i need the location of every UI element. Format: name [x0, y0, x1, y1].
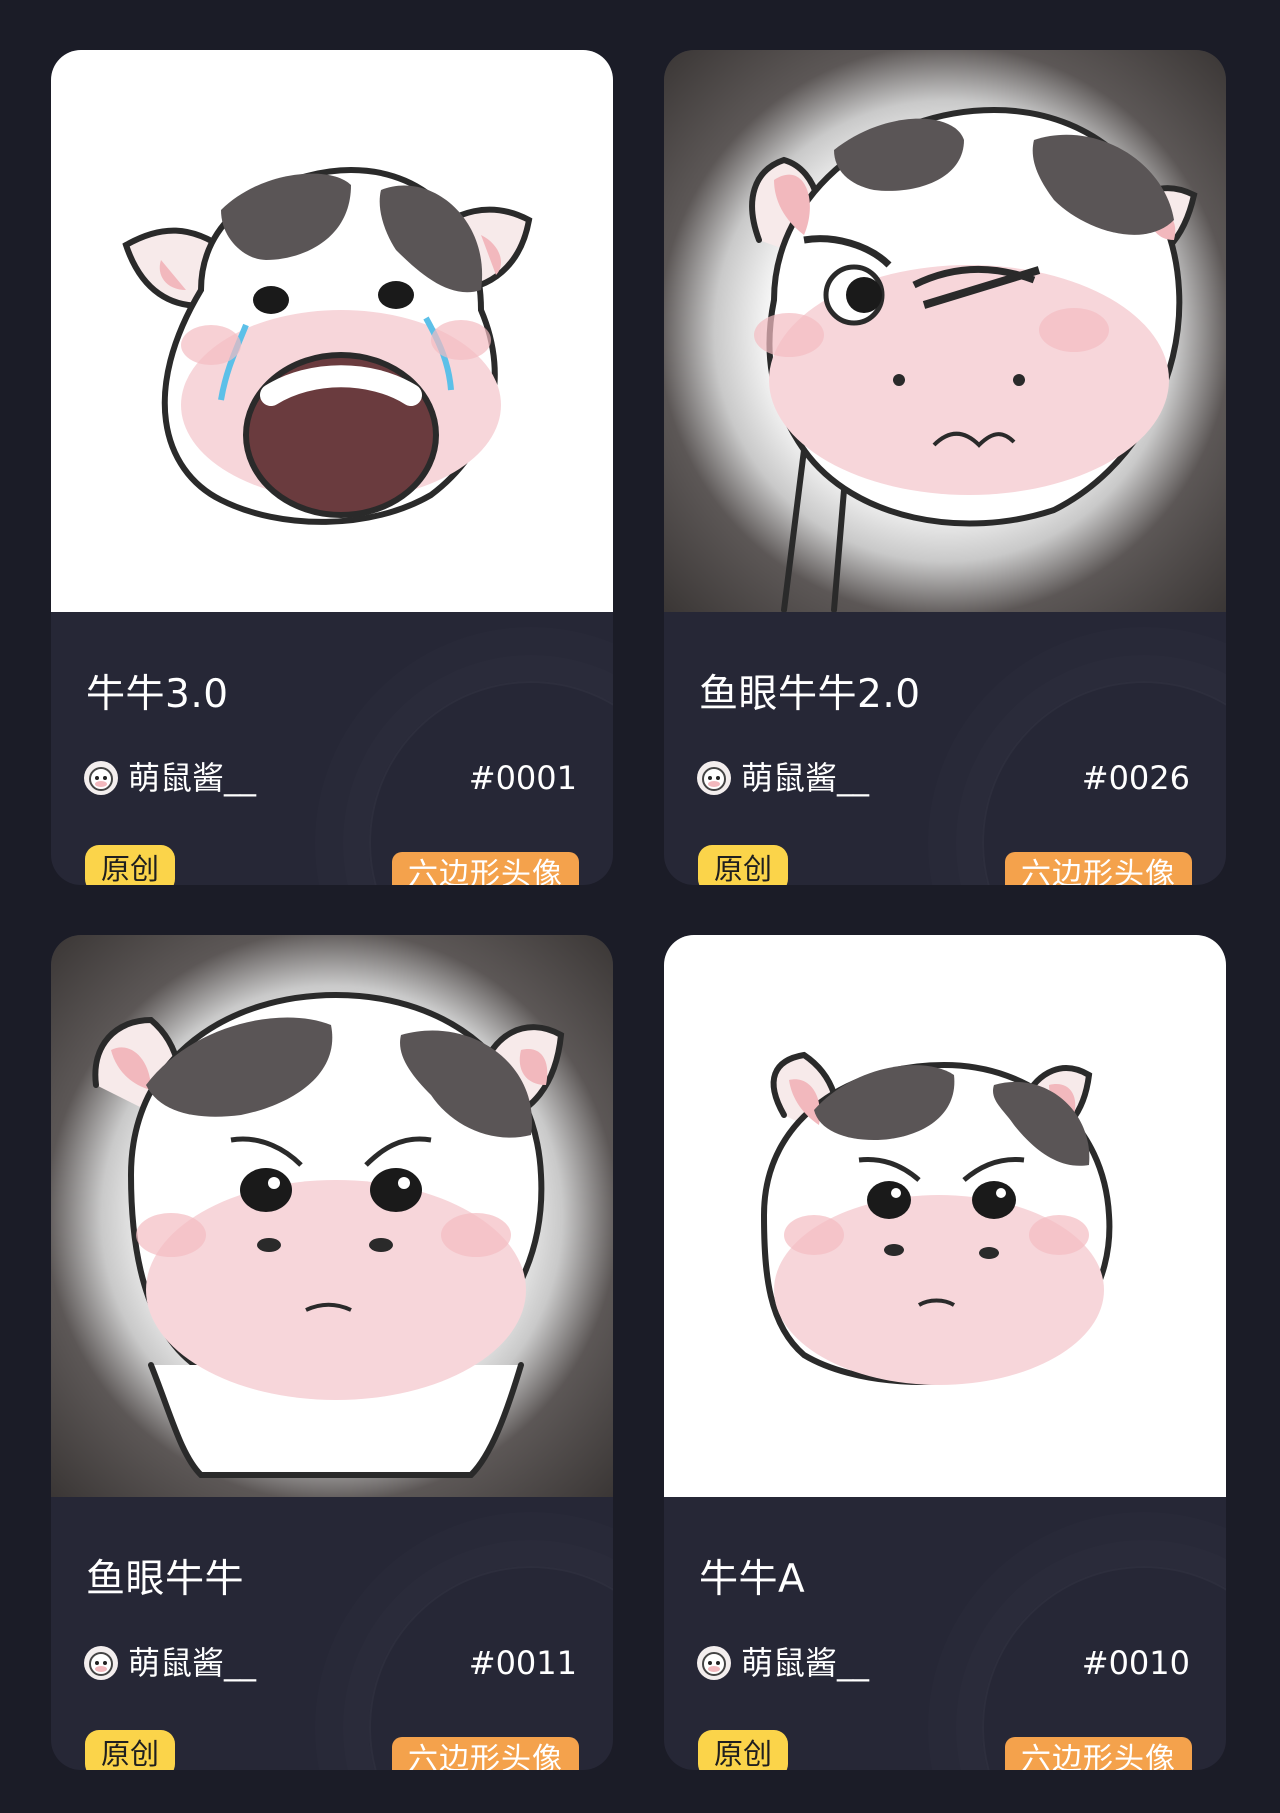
author-info[interactable]: 萌鼠酱__	[84, 758, 256, 798]
original-badge: 原创	[698, 845, 789, 885]
author-name: 萌鼠酱__	[128, 759, 257, 797]
nft-card-grid: 牛牛3.0 萌鼠酱__ #0001 原创 六边形头像 鱼眼牛牛2.0 萌鼠酱__…	[0, 0, 1280, 1813]
nft-card-3[interactable]: 鱼眼牛牛 萌鼠酱__ #0011 原创 六边形头像	[51, 935, 613, 1770]
nft-card-1[interactable]: 牛牛3.0 萌鼠酱__ #0001 原创 六边形头像	[51, 50, 613, 885]
hexagon-avatar-tag: 六边形头像	[1005, 852, 1192, 885]
nft-card-2[interactable]: 鱼眼牛牛2.0 萌鼠酱__ #0026 原创 六边形头像	[664, 50, 1226, 885]
hexagon-avatar-tag: 六边形头像	[392, 1737, 579, 1770]
cow-artwork-winking-fisheye	[664, 50, 1226, 612]
author-info[interactable]: 萌鼠酱__	[84, 1643, 256, 1683]
cow-artwork-serious	[664, 935, 1226, 1497]
card-title: 牛牛A	[699, 1557, 806, 1602]
author-name: 萌鼠酱__	[741, 759, 870, 797]
card-title: 鱼眼牛牛	[86, 1557, 245, 1602]
token-number: #0001	[468, 759, 577, 797]
hexagon-avatar-tag: 六边形头像	[1005, 1737, 1192, 1770]
author-avatar-icon	[84, 1646, 118, 1680]
card-title: 牛牛3.0	[86, 672, 229, 717]
original-badge: 原创	[85, 1730, 176, 1770]
token-number: #0026	[1081, 759, 1190, 797]
token-number: #0011	[468, 1644, 577, 1682]
author-name: 萌鼠酱__	[128, 1644, 257, 1682]
author-avatar-icon	[697, 761, 731, 795]
author-info[interactable]: 萌鼠酱__	[697, 758, 869, 798]
hexagon-avatar-tag: 六边形头像	[392, 852, 579, 885]
original-badge: 原创	[698, 1730, 789, 1770]
author-info[interactable]: 萌鼠酱__	[697, 1643, 869, 1683]
card-title: 鱼眼牛牛2.0	[699, 672, 921, 717]
author-avatar-icon	[697, 1646, 731, 1680]
nft-card-4[interactable]: 牛牛A 萌鼠酱__ #0010 原创 六边形头像	[664, 935, 1226, 1770]
token-number: #0010	[1081, 1644, 1190, 1682]
cow-artwork-serious-fisheye	[51, 935, 613, 1497]
cow-artwork-crying	[51, 50, 613, 612]
original-badge: 原创	[85, 845, 176, 885]
author-name: 萌鼠酱__	[741, 1644, 870, 1682]
author-avatar-icon	[84, 761, 118, 795]
